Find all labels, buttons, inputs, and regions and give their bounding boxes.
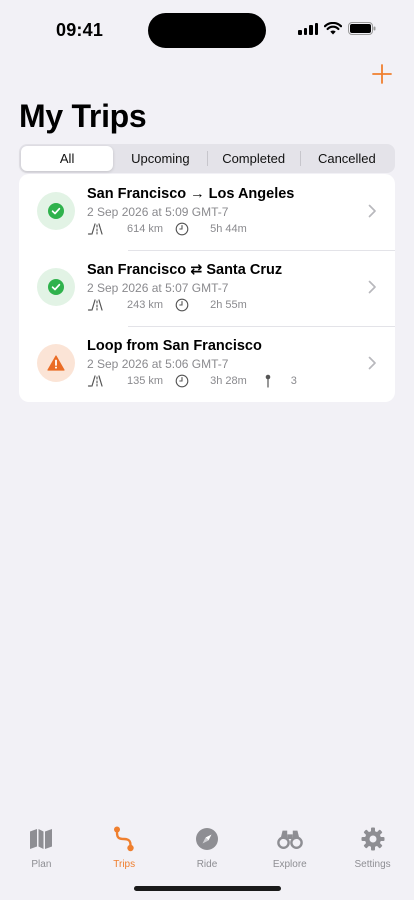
trip-title: San Francisco → Los Angeles bbox=[87, 186, 295, 202]
trip-status-badge bbox=[37, 268, 75, 306]
trip-status-badge bbox=[37, 192, 75, 230]
clock-icon bbox=[175, 374, 189, 388]
trip-meta: 135 km 3h 28m 3 bbox=[87, 374, 297, 388]
add-trip-button[interactable] bbox=[370, 62, 394, 86]
road-icon bbox=[87, 375, 107, 387]
status-time: 09:41 bbox=[56, 20, 104, 40]
trip-distance: 243 km bbox=[127, 299, 164, 311]
checkmark-circle-icon bbox=[48, 279, 64, 295]
trip-list: San Francisco → Los Angeles 2 Sep 2026 a… bbox=[19, 174, 395, 402]
chevron-right-icon bbox=[368, 204, 376, 218]
clock-icon bbox=[175, 222, 189, 236]
segment-all[interactable]: All bbox=[21, 146, 114, 171]
trip-filter-segmented-control: All Upcoming Completed Cancelled bbox=[19, 144, 395, 173]
trip-distance: 614 km bbox=[127, 223, 164, 235]
segment-label: Upcoming bbox=[131, 151, 190, 166]
trip-stops: 3 bbox=[290, 375, 297, 387]
map-icon bbox=[28, 826, 54, 852]
road-icon bbox=[87, 299, 107, 311]
segment-cancelled[interactable]: Cancelled bbox=[301, 146, 393, 171]
trip-row[interactable]: San Francisco → Los Angeles 2 Sep 2026 a… bbox=[19, 174, 395, 250]
checkmark-circle-icon bbox=[48, 203, 64, 219]
tab-label: Ride bbox=[196, 859, 218, 870]
tab-label: Plan bbox=[31, 859, 52, 870]
trip-status-badge bbox=[37, 344, 75, 382]
trip-duration: 2h 55m bbox=[210, 299, 247, 311]
trip-date: 2 Sep 2026 at 5:09 GMT-7 bbox=[87, 205, 229, 219]
cellular-signal-icon bbox=[298, 22, 318, 35]
trip-title: San Francisco ⇄ Santa Cruz bbox=[87, 262, 283, 278]
clock-icon bbox=[175, 298, 189, 312]
segment-label: All bbox=[59, 151, 75, 166]
plus-icon bbox=[372, 64, 392, 84]
tab-label: Trips bbox=[113, 859, 136, 870]
gear-icon bbox=[360, 826, 386, 852]
warning-triangle-icon bbox=[47, 355, 65, 371]
status-bar: 09:41 bbox=[0, 0, 414, 56]
segment-label: Cancelled bbox=[317, 151, 376, 166]
trip-distance: 135 km bbox=[127, 375, 164, 387]
route-icon bbox=[111, 826, 137, 852]
tab-label: Explore bbox=[272, 859, 307, 870]
segment-upcoming[interactable]: Upcoming bbox=[114, 146, 206, 171]
binoculars-icon bbox=[276, 826, 303, 852]
trip-meta: 243 km 2h 55m bbox=[87, 298, 247, 312]
home-indicator bbox=[134, 886, 281, 891]
segment-completed[interactable]: Completed bbox=[208, 146, 300, 171]
pin-icon bbox=[264, 374, 272, 388]
trip-title: Loop from San Francisco bbox=[87, 338, 262, 354]
compass-icon bbox=[194, 826, 220, 852]
trip-duration: 3h 28m bbox=[210, 375, 247, 387]
page-title: My Trips bbox=[19, 98, 147, 134]
tab-label: Settings bbox=[354, 859, 391, 870]
wifi-icon bbox=[324, 22, 342, 35]
trip-date: 2 Sep 2026 at 5:07 GMT-7 bbox=[87, 281, 229, 295]
trip-duration: 5h 44m bbox=[210, 223, 247, 235]
road-icon bbox=[87, 223, 107, 235]
status-icons bbox=[298, 22, 376, 35]
trip-row[interactable]: Loop from San Francisco 2 Sep 2026 at 5:… bbox=[19, 326, 395, 402]
trip-date: 2 Sep 2026 at 5:06 GMT-7 bbox=[87, 357, 229, 371]
trip-row[interactable]: San Francisco ⇄ Santa Cruz 2 Sep 2026 at… bbox=[19, 250, 395, 326]
tab-plan[interactable]: Plan bbox=[0, 820, 83, 900]
segment-label: Completed bbox=[222, 151, 286, 166]
chevron-right-icon bbox=[368, 356, 376, 370]
battery-icon bbox=[348, 22, 376, 35]
chevron-right-icon bbox=[368, 280, 376, 294]
tab-settings[interactable]: Settings bbox=[331, 820, 414, 900]
trip-meta: 614 km 5h 44m bbox=[87, 222, 247, 236]
dynamic-island bbox=[148, 13, 266, 48]
